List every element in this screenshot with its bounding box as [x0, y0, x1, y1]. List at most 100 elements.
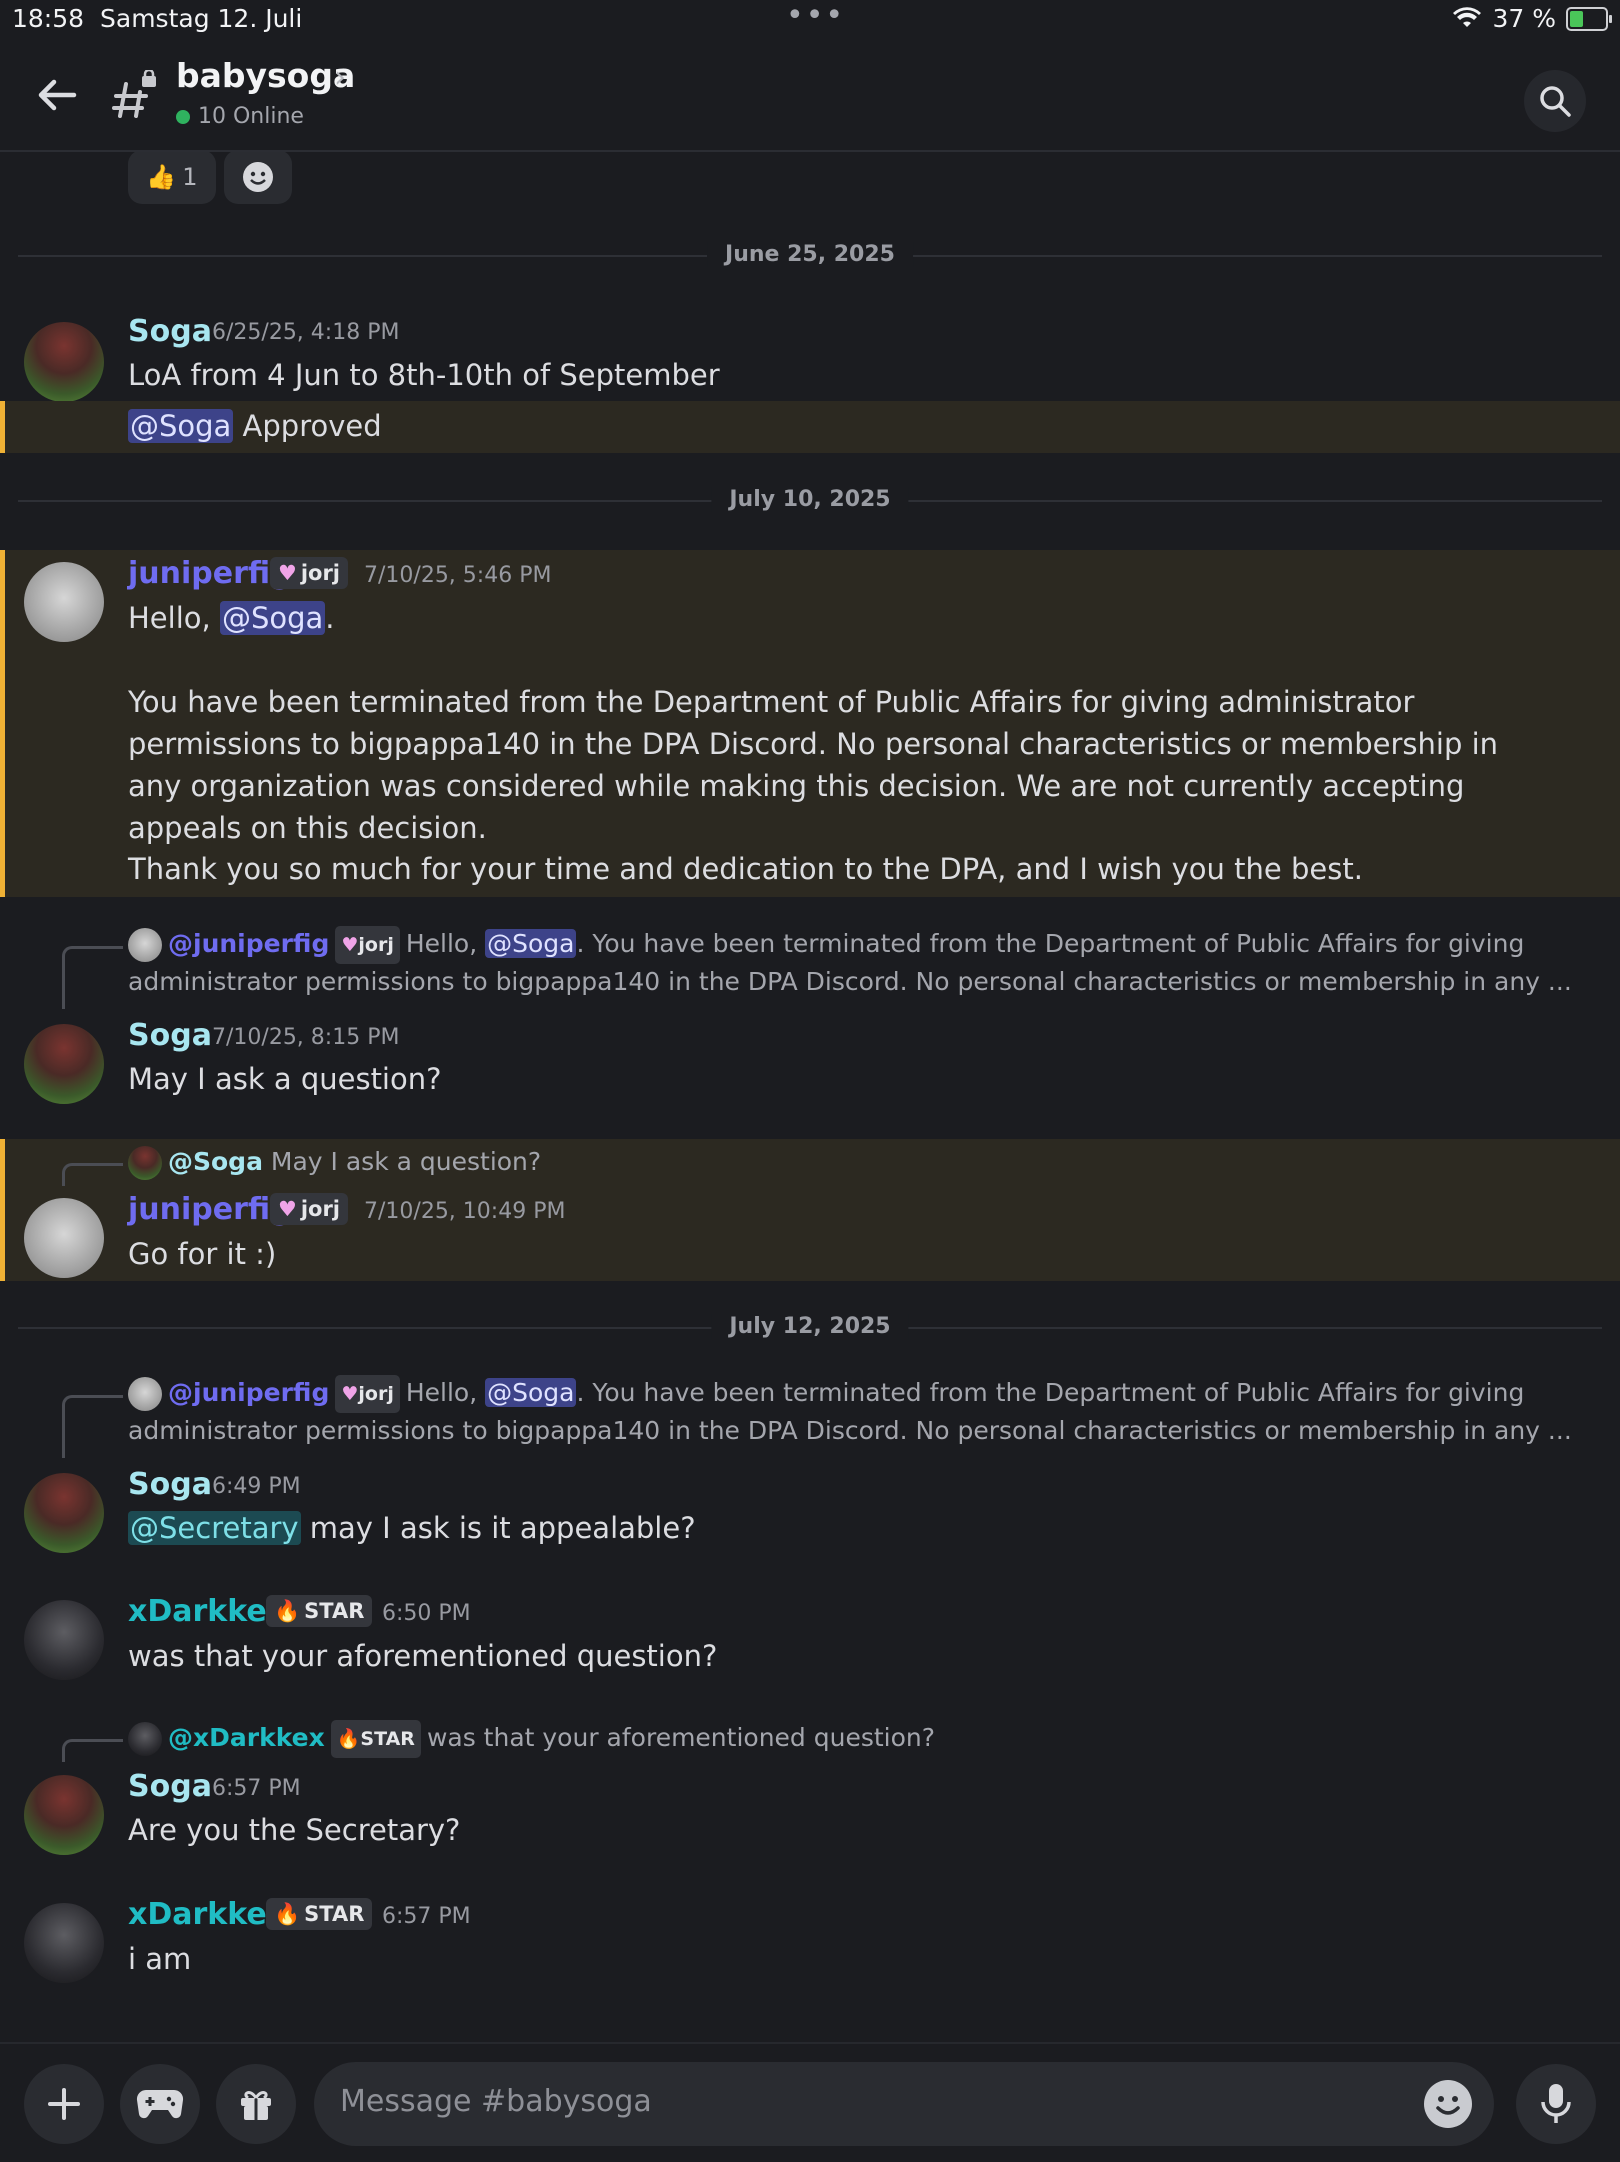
flame-icon: 🔥 [274, 1901, 301, 1926]
search-button[interactable] [1524, 70, 1586, 132]
wifi-icon [1453, 6, 1482, 27]
gift-icon [241, 2091, 271, 2120]
search-icon [1540, 86, 1571, 117]
reply-connector [62, 1163, 123, 1186]
status-date: Samstag 12. Juli [100, 4, 303, 33]
date-divider-label: July 12, 2025 [711, 1314, 909, 1339]
reply-mention: @Soga [485, 1378, 577, 1407]
reply-text: was that your aforementioned question? [426, 1723, 936, 1752]
author-name[interactable]: Soga [128, 1769, 212, 1804]
reply-role-tag-label: jorj [358, 1383, 394, 1405]
add-attachment-button[interactable] [24, 2064, 104, 2144]
timestamp: 6/25/25, 4:18 PM [212, 320, 400, 345]
date-divider-label: June 25, 2025 [707, 242, 913, 267]
private-channel-icon [112, 70, 156, 118]
message-paragraph: Thank you so much for your time and dedi… [128, 852, 1363, 886]
channel-header: babysoga › 10 Online [0, 40, 1620, 152]
microphone-icon [1541, 2084, 1571, 2123]
channel-name[interactable]: babysoga [176, 56, 355, 95]
avatar[interactable] [24, 322, 104, 402]
message-text-body: Approved [233, 409, 382, 443]
reaction-thumbs-up[interactable]: 👍 1 [128, 150, 216, 204]
reply-connector [62, 1739, 123, 1762]
online-count: 10 Online [176, 104, 304, 129]
multitasking-dots-icon[interactable]: ••• [786, 0, 845, 33]
reply-text: May I ask a question? [270, 1147, 542, 1176]
message-text: i am [128, 1942, 192, 1976]
activities-button[interactable] [120, 2064, 200, 2144]
author-name[interactable]: Soga [128, 1467, 212, 1502]
reply-role-tag-label: STAR [360, 1728, 415, 1750]
avatar[interactable] [24, 1473, 104, 1553]
message-text-body: may I ask is it appealable? [300, 1511, 696, 1545]
smiley-icon [1436, 2096, 1460, 2115]
timestamp: 6:49 PM [212, 1474, 301, 1499]
reply-avatar [128, 1377, 162, 1411]
message-text: Are you the Secretary? [128, 1813, 461, 1847]
flame-icon: 🔥 [336, 1728, 361, 1750]
reply-connector [62, 946, 123, 1009]
message-text-body: Hello, [128, 601, 220, 635]
role-tag[interactable]: 🔥 STAR [266, 1898, 373, 1930]
reply-mention: @Soga [485, 929, 577, 958]
role-tag[interactable]: ♥ jorj [270, 557, 349, 589]
battery-level-fill [1570, 10, 1583, 27]
chevron-right-icon[interactable]: › [334, 60, 346, 95]
message-text: Hello, @Soga. [128, 597, 1568, 639]
timestamp: 7/10/25, 10:49 PM [364, 1199, 566, 1224]
reply-preview[interactable]: @juniperfig ♥jorj Hello, @Soga. You have b… [128, 926, 1588, 1000]
reply-text: Hello, [405, 929, 486, 958]
role-tag[interactable]: ♥ jorj [270, 1193, 349, 1225]
avatar[interactable] [24, 1775, 104, 1855]
avatar[interactable] [24, 1198, 104, 1278]
avatar[interactable] [24, 1903, 104, 1983]
author-name[interactable]: xDarkkex [128, 1594, 286, 1629]
message-input-placeholder: Message #babysoga [340, 2084, 652, 2119]
message-input[interactable]: Message #babysoga [314, 2062, 1494, 2146]
voice-message-button[interactable] [1516, 2064, 1596, 2144]
mention[interactable]: @Soga [219, 601, 326, 635]
role-tag-label: jorj [300, 1197, 341, 1221]
author-name[interactable]: xDarkkex [128, 1897, 286, 1932]
reaction-count: 1 [182, 163, 198, 191]
add-reaction-button[interactable] [224, 150, 292, 204]
back-arrow-icon[interactable] [32, 70, 82, 120]
message-list[interactable]: 👍 1 June 25, 2025 Soga 6/25/25, 4:18 PM L… [0, 150, 1620, 2042]
role-tag[interactable]: 🔥 STAR [266, 1595, 373, 1627]
avatar[interactable] [24, 1600, 104, 1680]
reply-avatar [128, 928, 162, 962]
date-divider-label: July 10, 2025 [711, 487, 909, 512]
author-name[interactable]: juniperfig [128, 556, 292, 591]
reply-preview[interactable]: @Soga May I ask a question? [128, 1144, 1588, 1180]
message-text: was that your aforementioned question? [128, 1639, 718, 1673]
flame-icon: 🔥 [274, 1598, 301, 1623]
timestamp: 6:50 PM [382, 1601, 471, 1626]
author-name[interactable]: juniperfig [128, 1192, 292, 1227]
heart-icon: ♥ [341, 934, 359, 956]
role-mention[interactable]: @Secretary [128, 1511, 301, 1545]
reply-connector [62, 1395, 123, 1458]
avatar[interactable] [24, 1024, 104, 1104]
reply-author: @Soga [168, 1147, 263, 1176]
online-dot-icon [176, 109, 190, 124]
mention[interactable]: @Soga [128, 409, 234, 443]
avatar[interactable] [24, 562, 104, 642]
reply-role-tag: 🔥STAR [330, 1720, 421, 1758]
status-bar: 18:58 Samstag 12. Juli ••• 37 % [0, 0, 1620, 40]
battery-percent: 37 % [1492, 4, 1556, 33]
author-name[interactable]: Soga [128, 314, 212, 349]
emoji-button[interactable] [1424, 2080, 1472, 2128]
reply-role-tag: ♥jorj [335, 1375, 400, 1413]
role-tag-label: jorj [300, 561, 341, 585]
message-text: Go for it :) [128, 1237, 277, 1271]
reply-preview[interactable]: @xDarkkex 🔥STAR was that your aforemention… [128, 1720, 1588, 1758]
gift-button[interactable] [216, 2064, 296, 2144]
reply-author: @juniperfig [168, 1378, 330, 1407]
reply-preview[interactable]: @juniperfig ♥jorj Hello, @Soga. You have b… [128, 1375, 1588, 1449]
message-composer: Message #babysoga [0, 2042, 1620, 2162]
message-text-body: . [325, 601, 335, 635]
reply-role-tag: ♥jorj [335, 926, 400, 964]
reply-role-tag-label: jorj [358, 934, 394, 956]
role-tag-label: STAR [304, 1599, 365, 1623]
author-name[interactable]: Soga [128, 1018, 212, 1053]
